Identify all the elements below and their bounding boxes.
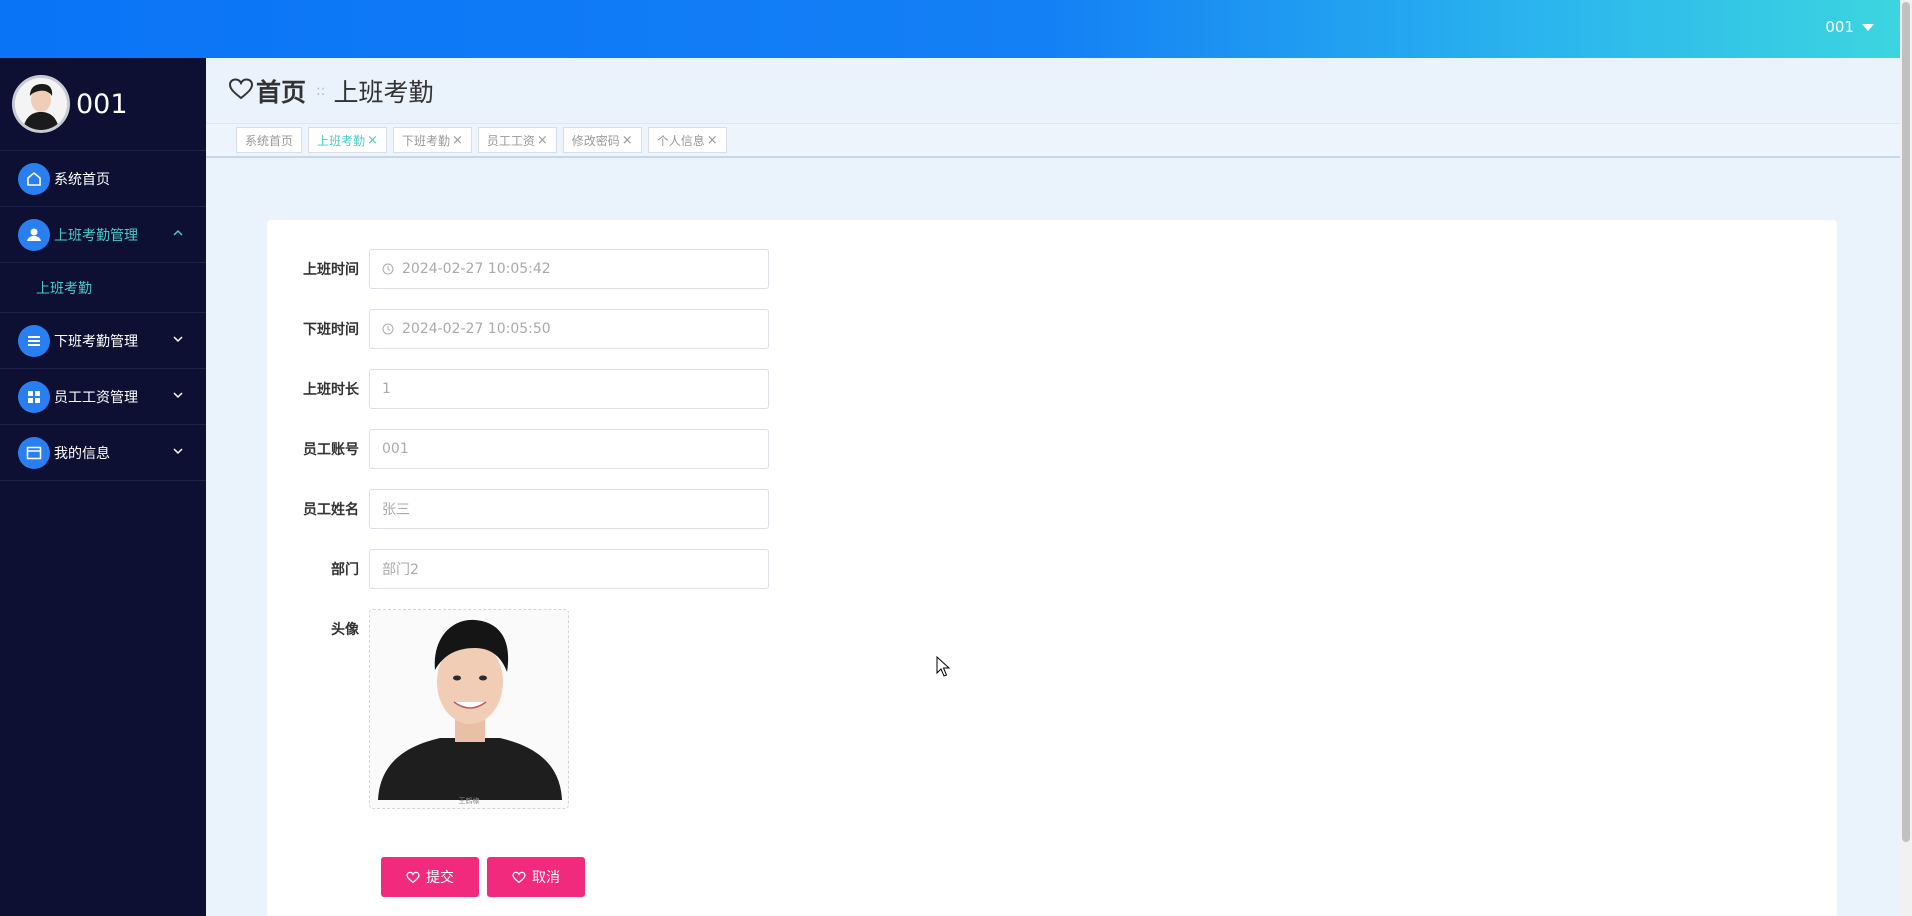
input-value: 2024-02-27 10:05:50	[402, 321, 551, 337]
close-icon[interactable]: ×	[452, 133, 463, 148]
chevron-down-icon	[172, 389, 184, 405]
form-row-name: 员工姓名 张三	[267, 489, 769, 529]
submit-button[interactable]: 提交	[381, 857, 479, 897]
heart-icon	[228, 77, 254, 105]
sidebar-item-label: 系统首页	[54, 171, 110, 188]
form-card: 上班时间 2024-02-27 10:05:42 下班时间 2024-02-27…	[267, 220, 1837, 916]
form-row-checkin-time: 上班时间 2024-02-27 10:05:42	[267, 249, 769, 289]
tab-checkin[interactable]: 上班考勤 ×	[308, 127, 387, 153]
form-label: 头像	[331, 622, 359, 638]
avatar-caption: 王鹤棣	[458, 797, 480, 805]
employee-name-input[interactable]: 张三	[369, 489, 769, 529]
list-icon	[18, 324, 50, 357]
close-icon[interactable]: ×	[707, 133, 718, 148]
sidebar-item-checkin-management[interactable]: 上班考勤管理	[0, 207, 206, 263]
clock-icon	[382, 323, 394, 335]
grid-icon	[18, 380, 50, 413]
tab-personal-info[interactable]: 个人信息 ×	[647, 127, 727, 153]
heart-icon	[512, 871, 526, 883]
breadcrumb-home[interactable]: 首页	[256, 73, 306, 109]
input-value: 张三	[382, 502, 410, 518]
avatar-photo	[370, 610, 568, 808]
user-menu-label: 001	[1825, 18, 1854, 36]
sidebar-item-home[interactable]: 系统首页	[0, 151, 206, 207]
card-icon	[18, 436, 50, 469]
input-value: 部门2	[382, 562, 419, 578]
form-label: 员工姓名	[303, 502, 359, 518]
scrollbar-thumb[interactable]	[1902, 2, 1910, 842]
form-row-checkout-time: 下班时间 2024-02-27 10:05:50	[267, 309, 769, 349]
form-row-account: 员工账号 001	[267, 429, 769, 469]
sidebar-username: 001	[76, 88, 128, 120]
form-row-department: 部门 部门2	[267, 549, 769, 589]
form-label: 上班时长	[303, 382, 359, 398]
cancel-label: 取消	[532, 869, 560, 885]
caret-down-icon	[1862, 23, 1874, 31]
breadcrumb-current: 上班考勤	[333, 77, 434, 107]
close-icon[interactable]: ×	[622, 133, 633, 148]
sidebar-subitem-checkin[interactable]: 上班考勤	[0, 263, 206, 313]
chevron-down-icon	[172, 333, 184, 349]
tab-checkout[interactable]: 下班考勤 ×	[392, 127, 472, 153]
main-content: 首页 :: 上班考勤 系统首页 上班考勤 × 下班考勤 × 员工工资 × 修改密…	[206, 58, 1900, 916]
sidebar-subitem-label: 上班考勤	[36, 280, 92, 297]
tab-label: 修改密码	[571, 133, 620, 148]
work-duration-input[interactable]: 1	[369, 369, 769, 409]
form-label: 员工账号	[303, 442, 359, 458]
checkout-time-input[interactable]: 2024-02-27 10:05:50	[369, 309, 769, 349]
sidebar: 001 系统首页 上班考勤管理 上班考勤 下班考勤管理 员工工资管理 我的信息	[0, 58, 206, 916]
tab-label: 个人信息	[656, 133, 705, 148]
tab-change-password[interactable]: 修改密码 ×	[562, 127, 642, 153]
home-icon	[18, 162, 50, 195]
sidebar-item-checkout-management[interactable]: 下班考勤管理	[0, 313, 206, 369]
cancel-button[interactable]: 取消	[487, 857, 585, 897]
checkin-time-input[interactable]: 2024-02-27 10:05:42	[369, 249, 769, 289]
chevron-down-icon	[172, 445, 184, 461]
form-row-avatar: 头像 王鹤棣	[267, 609, 569, 809]
tab-home[interactable]: 系统首页	[236, 127, 303, 153]
avatar	[12, 75, 70, 133]
tab-salary[interactable]: 员工工资 ×	[477, 127, 557, 153]
sidebar-item-my-info[interactable]: 我的信息	[0, 425, 206, 481]
form-label: 部门	[331, 562, 359, 578]
heart-icon	[406, 871, 420, 883]
close-icon[interactable]: ×	[367, 133, 378, 148]
sidebar-item-label: 员工工资管理	[54, 389, 138, 406]
tab-label: 上班考勤	[317, 133, 366, 148]
tab-label: 下班考勤	[401, 133, 450, 148]
sidebar-item-label: 我的信息	[54, 445, 110, 462]
chevron-up-icon	[172, 227, 184, 243]
clock-icon	[382, 263, 394, 275]
submit-label: 提交	[426, 869, 454, 885]
user-menu[interactable]: 001	[1825, 18, 1874, 36]
department-input[interactable]: 部门2	[369, 549, 769, 589]
input-value: 001	[382, 441, 409, 457]
page-scrollbar[interactable]	[1900, 0, 1912, 916]
sidebar-user: 001	[0, 58, 206, 151]
tab-label: 员工工资	[486, 133, 535, 148]
breadcrumb: 首页 :: 上班考勤	[206, 58, 1900, 123]
form-label: 上班时间	[303, 262, 359, 278]
form-label: 下班时间	[303, 322, 359, 338]
user-icon	[18, 218, 50, 251]
form-row-duration: 上班时长 1	[267, 369, 769, 409]
tab-label: 系统首页	[245, 133, 294, 148]
top-header: 001	[0, 0, 1912, 58]
tab-bar: 系统首页 上班考勤 × 下班考勤 × 员工工资 × 修改密码 × 个人信息 ×	[206, 123, 1900, 158]
input-value: 2024-02-27 10:05:42	[402, 261, 551, 277]
sidebar-item-label: 上班考勤管理	[54, 227, 138, 244]
sidebar-item-label: 下班考勤管理	[54, 333, 138, 350]
avatar-upload[interactable]: 王鹤棣	[369, 609, 569, 809]
input-value: 1	[382, 381, 391, 397]
breadcrumb-separator: ::	[316, 82, 326, 99]
sidebar-item-salary-management[interactable]: 员工工资管理	[0, 369, 206, 425]
close-icon[interactable]: ×	[537, 133, 548, 148]
cursor-icon	[936, 656, 951, 677]
employee-account-input[interactable]: 001	[369, 429, 769, 469]
